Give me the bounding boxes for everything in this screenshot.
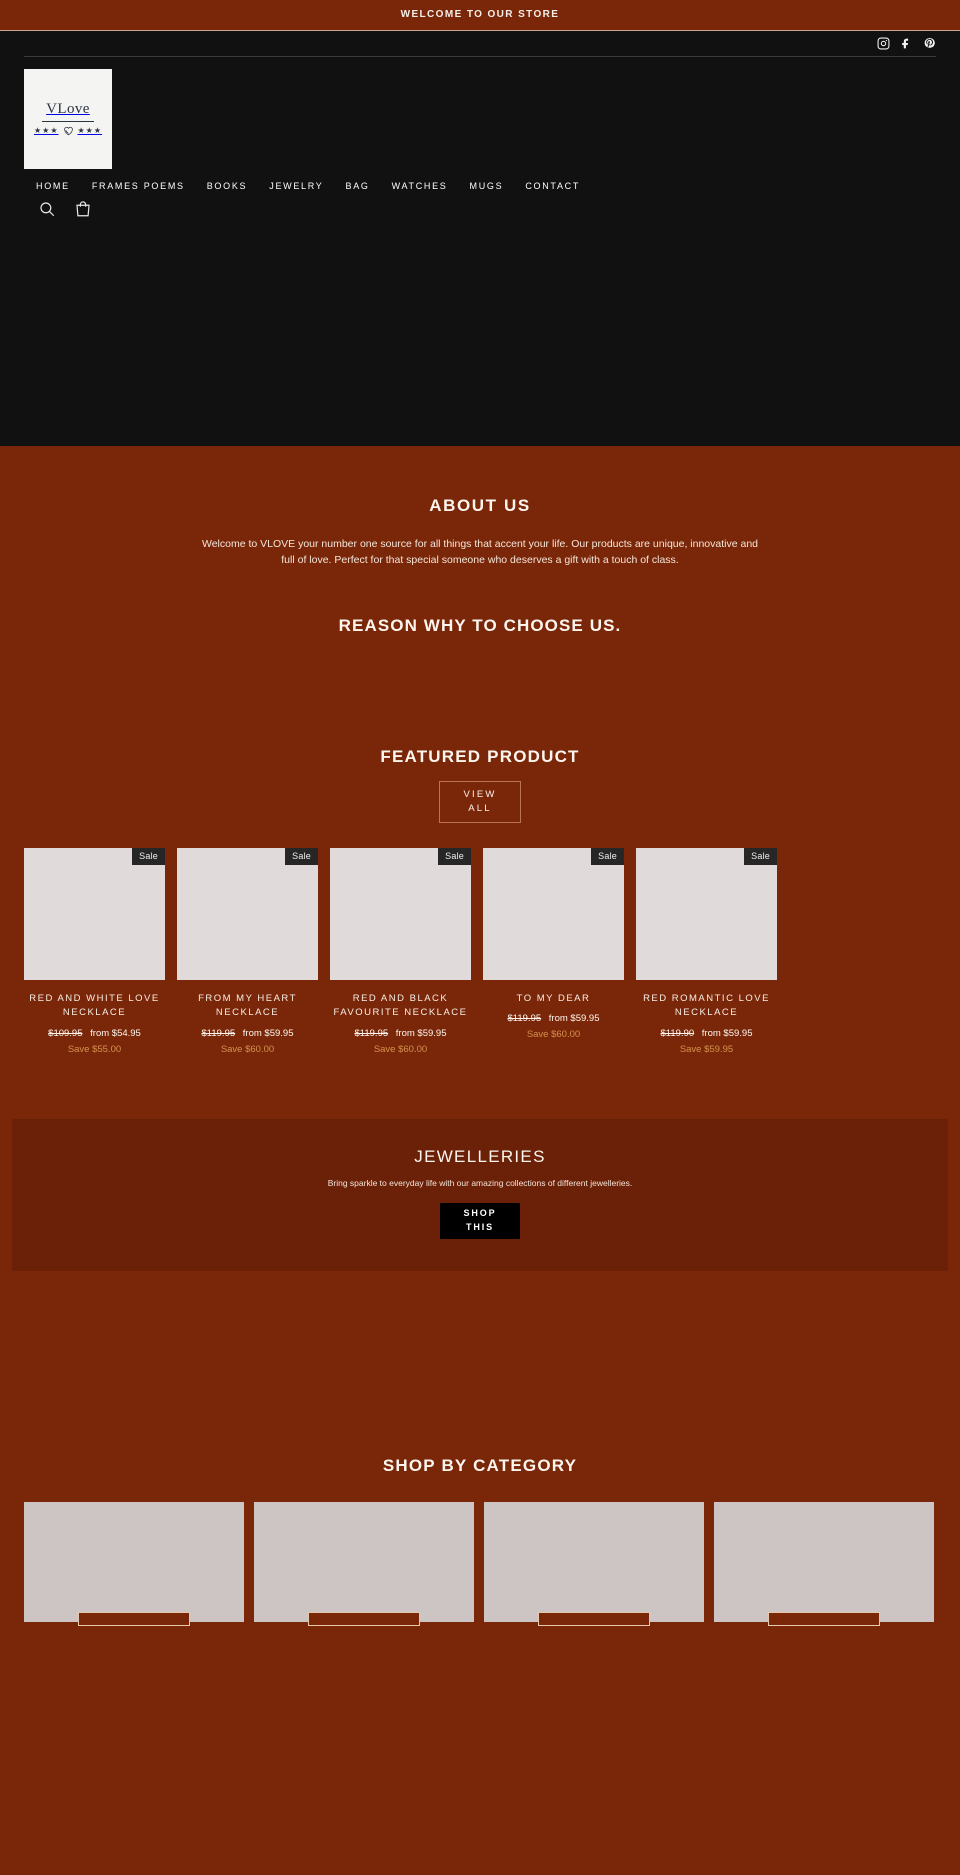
product-savings: Save $60.00 (526, 1029, 581, 1041)
category-grid (0, 1476, 960, 1626)
pinterest-icon[interactable] (923, 37, 936, 50)
shop-this-button[interactable]: SHOP THIS (440, 1202, 520, 1239)
featured-header: FEATURED PRODUCT VIEW ALL (0, 747, 960, 823)
category-button[interactable] (768, 1611, 880, 1626)
reason-title: REASON WHY TO CHOOSE US. (338, 615, 622, 635)
product-card[interactable]: Sale RED AND BLACK FAVOURITE NECKLACE $1… (330, 847, 471, 1055)
page-body: ABOUT US Welcome to VLOVE your number on… (0, 446, 960, 1626)
announcement-bar: WELCOME TO OUR STORE (0, 0, 960, 31)
product-title: RED AND WHITE LOVE NECKLACE (29, 992, 160, 1019)
nav-item-watches[interactable]: WATCHES (392, 181, 448, 191)
status-badge: Sale (591, 847, 624, 865)
jewelleries-banner: JEWELLERIES Bring sparkle to everyday li… (12, 1118, 948, 1271)
featured-title: FEATURED PRODUCT (380, 746, 580, 766)
product-price: $119.90 from $59.95 (636, 1028, 777, 1039)
social-links (24, 31, 936, 57)
status-badge: Sale (744, 847, 777, 865)
site-logo[interactable]: VLove ★★★ ★★★ (24, 69, 112, 169)
product-card[interactable]: Sale RED AND WHITE LOVE NECKLACE $109.95… (24, 847, 165, 1055)
category-card[interactable] (24, 1501, 244, 1626)
site-header: VLove ★★★ ★★★ HOME FRAMES POEMS BOOKS JE… (0, 31, 960, 446)
featured-section: FEATURED PRODUCT VIEW ALL Sale RED AND W… (0, 747, 960, 1055)
product-title: FROM MY HEART NECKLACE (198, 992, 297, 1019)
product-old-price: $109.95 (48, 1027, 83, 1039)
nav-item-contact[interactable]: CONTACT (525, 181, 580, 191)
shop-this-line2: THIS (465, 1221, 495, 1232)
category-card[interactable] (714, 1501, 934, 1626)
product-old-price: $119.90 (660, 1027, 695, 1039)
announcement-text: WELCOME TO OUR STORE (400, 9, 560, 20)
product-new-price: from $59.95 (242, 1027, 294, 1039)
header-utilities (24, 191, 936, 218)
product-new-price: from $59.95 (395, 1027, 447, 1039)
nav-item-jewelry[interactable]: JEWELRY (269, 181, 323, 191)
product-card[interactable]: Sale RED ROMANTIC LOVE NECKLACE $119.90 … (636, 847, 777, 1055)
product-image[interactable]: Sale (330, 847, 471, 980)
product-price: $119.95 from $59.95 (483, 1013, 624, 1024)
product-new-price: from $59.95 (548, 1013, 600, 1025)
product-grid: Sale RED AND WHITE LOVE NECKLACE $109.95… (0, 823, 960, 1055)
nav-item-frames-poems[interactable]: FRAMES POEMS (92, 181, 185, 191)
heart-icon (63, 126, 73, 136)
about-body: Welcome to VLOVE your number one source … (201, 538, 759, 567)
status-badge: Sale (285, 847, 318, 865)
hero-banner (24, 218, 936, 446)
product-old-price: $119.95 (507, 1013, 542, 1025)
product-new-price: from $59.95 (701, 1027, 753, 1039)
about-section: ABOUT US Welcome to VLOVE your number on… (0, 446, 960, 569)
product-image[interactable]: Sale (24, 847, 165, 980)
reason-section: REASON WHY TO CHOOSE US. (0, 616, 960, 636)
product-card[interactable]: Sale TO MY DEAR $119.95 from $59.95 Save… (483, 847, 624, 1055)
about-title: ABOUT US (429, 496, 531, 515)
logo-wrapper: VLove ★★★ ★★★ (24, 57, 936, 169)
product-image[interactable]: Sale (177, 847, 318, 980)
cart-icon[interactable] (74, 200, 92, 218)
product-price: $119.95 from $59.95 (330, 1028, 471, 1039)
view-all-button[interactable]: VIEW ALL (439, 780, 521, 823)
logo-decoration: ★★★ ★★★ (34, 124, 102, 137)
nav-item-home[interactable]: HOME (36, 181, 70, 191)
category-button[interactable] (78, 1611, 190, 1626)
product-image[interactable]: Sale (636, 847, 777, 980)
jewelleries-title: JEWELLERIES (414, 1146, 546, 1166)
jewelleries-subtitle: Bring sparkle to everyday life with our … (327, 1177, 633, 1188)
product-savings: Save $55.00 (67, 1043, 122, 1055)
facebook-icon[interactable] (900, 37, 913, 50)
product-old-price: $119.95 (201, 1027, 236, 1039)
product-savings: Save $59.95 (679, 1043, 734, 1055)
nav-item-books[interactable]: BOOKS (207, 181, 248, 191)
category-card[interactable] (484, 1501, 704, 1626)
shop-by-category-section: SHOP BY CATEGORY (0, 1456, 960, 1626)
category-button[interactable] (538, 1611, 650, 1626)
status-badge: Sale (438, 847, 471, 865)
search-icon[interactable] (38, 200, 56, 218)
instagram-icon[interactable] (877, 37, 890, 50)
nav-item-mugs[interactable]: MUGS (470, 181, 504, 191)
product-savings: Save $60.00 (220, 1043, 275, 1055)
logo-stars-left: ★★★ (33, 126, 59, 135)
shop-this-line1: SHOP (463, 1208, 497, 1219)
view-all-line1: VIEW (463, 788, 497, 800)
category-title: SHOP BY CATEGORY (382, 1455, 578, 1475)
product-new-price: from $54.95 (90, 1027, 141, 1039)
product-card[interactable]: Sale FROM MY HEART NECKLACE $119.95 from… (177, 847, 318, 1055)
category-button[interactable] (308, 1611, 420, 1626)
product-image[interactable]: Sale (483, 847, 624, 980)
category-card[interactable] (254, 1501, 474, 1626)
product-title: TO MY DEAR (516, 992, 591, 1004)
logo-text: VLove (46, 101, 90, 117)
view-all-line2: ALL (468, 802, 492, 814)
product-price: $109.95 from $54.95 (24, 1028, 165, 1039)
main-navigation: HOME FRAMES POEMS BOOKS JEWELRY BAG WATC… (24, 169, 936, 191)
status-badge: Sale (132, 847, 165, 865)
product-old-price: $119.95 (354, 1027, 389, 1039)
product-price: $119.95 from $59.95 (177, 1028, 318, 1039)
product-title: RED AND BLACK FAVOURITE NECKLACE (333, 992, 468, 1019)
logo-stars-right: ★★★ (77, 126, 103, 135)
product-title: RED ROMANTIC LOVE NECKLACE (643, 992, 770, 1019)
logo-divider (42, 121, 94, 122)
nav-item-bag[interactable]: BAG (346, 181, 370, 191)
product-savings: Save $60.00 (373, 1043, 428, 1055)
category-header: SHOP BY CATEGORY (0, 1456, 960, 1476)
